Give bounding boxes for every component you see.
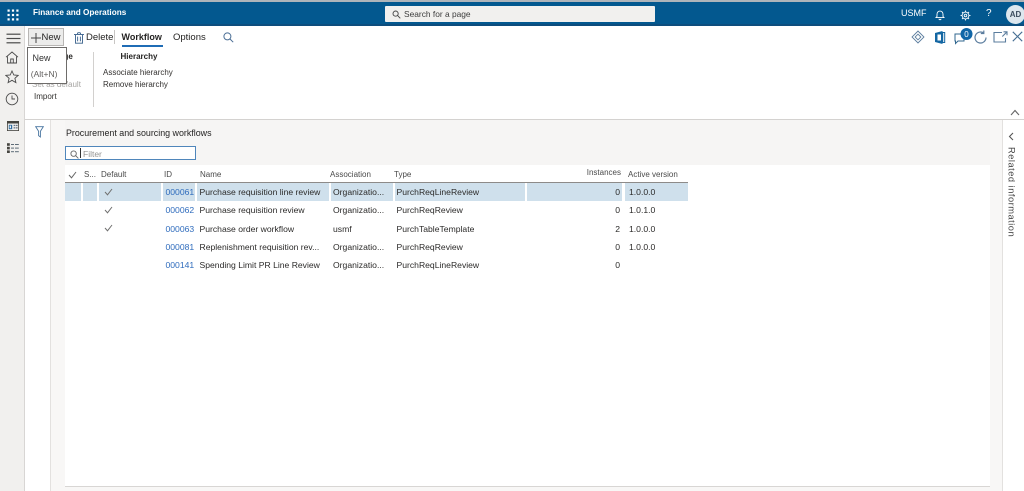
svg-text:0: 0 — [964, 30, 969, 39]
